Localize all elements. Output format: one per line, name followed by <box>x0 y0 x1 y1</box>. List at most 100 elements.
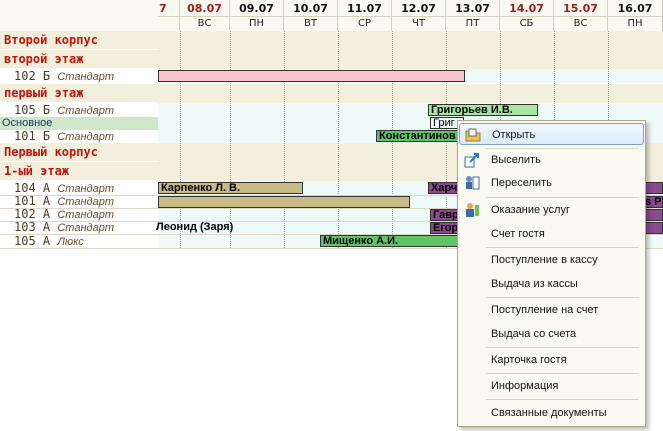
services-icon <box>464 202 480 218</box>
weekday-label: СР <box>338 16 391 29</box>
menu-item-label: Выдача со счета <box>491 328 577 340</box>
menu-separator <box>486 297 639 298</box>
booking-bar[interactable]: Григорьев И.В. <box>428 104 538 116</box>
booking-bar[interactable]: Мищенко А.И. <box>320 235 465 247</box>
header-corner <box>0 0 158 32</box>
room-row[interactable]: 102 А Стандарт <box>0 208 158 221</box>
date-label: 11.07 <box>347 2 382 15</box>
grid-line <box>338 31 339 248</box>
main-section-label: Основное <box>2 117 53 129</box>
context-menu: Открыть Выселить Переселить Оказание усл… <box>457 120 646 427</box>
floor-group-row[interactable]: 1-ый этаж <box>0 162 158 181</box>
menu-item-label: Карточка гостя <box>491 354 567 366</box>
room-row[interactable]: 101 А Стандарт <box>0 195 158 208</box>
room-category: Стандарт <box>57 71 114 83</box>
menu-item-guest-bill[interactable]: Счет гостя <box>459 223 644 245</box>
room-row[interactable]: 104 А Стандарт <box>0 181 158 195</box>
date-column-header[interactable]: 16.07 ПН <box>608 0 663 31</box>
room-category: Стандарт <box>57 196 114 208</box>
menu-item-label: Информация <box>491 380 559 392</box>
date-column-header[interactable]: 08.07 ВС <box>180 0 230 31</box>
room-category: Люкс <box>57 236 84 248</box>
room-row[interactable]: 105 Б Стандарт <box>0 103 158 117</box>
room-category: Стандарт <box>57 183 114 195</box>
date-label: 13.07 <box>455 2 490 15</box>
menu-item-relocate[interactable]: Переселить <box>459 172 644 194</box>
floor-group-row[interactable]: второй этаж <box>0 50 158 69</box>
date-column-header[interactable]: 15.07 ВС <box>554 0 608 31</box>
menu-item-guest-card[interactable]: Карточка гостя <box>459 349 644 371</box>
building-group-row[interactable]: Второй корпус <box>0 31 158 50</box>
room-category: Стандарт <box>57 209 114 221</box>
room-number: 104 А <box>14 181 51 195</box>
booking-bar[interactable] <box>158 70 465 82</box>
date-column-header[interactable]: 13.07 ПТ <box>446 0 500 31</box>
menu-item-label: Поступление на счет <box>491 304 599 316</box>
menu-item-account-out[interactable]: Выдача со счета <box>459 323 644 345</box>
grid-room-row <box>158 103 663 117</box>
menu-separator <box>486 373 639 374</box>
weekday-label: ВС <box>554 16 607 29</box>
menu-item-services[interactable]: Оказание услуг <box>459 199 644 221</box>
checkout-icon <box>464 152 480 168</box>
weekday-label: СБ <box>500 16 553 29</box>
grid-line <box>284 31 285 248</box>
move-guest-icon <box>464 175 480 191</box>
menu-item-label: Счет гостя <box>491 228 545 240</box>
room-number: 105 А <box>14 234 51 248</box>
menu-item-label: Выселить <box>491 154 541 166</box>
room-row[interactable]: 103 А Стандарт <box>0 221 158 234</box>
menu-item-info[interactable]: Информация <box>459 375 644 397</box>
date-column-header[interactable]: 09.07 ПН <box>230 0 284 31</box>
menu-item-account-in[interactable]: Поступление на счет <box>459 299 644 321</box>
menu-item-label: Открыть <box>492 129 536 141</box>
menu-item-related-docs[interactable]: Связанные документы <box>459 402 644 424</box>
room-number: 105 Б <box>14 103 51 117</box>
floor-group-row[interactable]: первый этаж <box>0 84 158 103</box>
menu-item-cash-in[interactable]: Поступление в кассу <box>459 249 644 271</box>
menu-item-checkout[interactable]: Выселить <box>459 149 644 171</box>
menu-item-label: Переселить <box>491 177 552 189</box>
date-label: 08.07 <box>187 2 222 15</box>
date-column-header[interactable]: 14.07 СБ <box>500 0 554 31</box>
room-number: 101 А <box>14 195 51 208</box>
menu-item-cash-out[interactable]: Выдача из кассы <box>459 273 644 295</box>
menu-item-label: Оказание услуг <box>491 204 570 216</box>
grid-band <box>158 31 663 50</box>
room-row[interactable]: 102 Б Стандарт <box>0 69 158 83</box>
date-label: 10.07 <box>293 2 328 15</box>
room-category: Стандарт <box>57 105 114 117</box>
date-column-header[interactable]: 10.07 ВТ <box>284 0 338 31</box>
date-column-header[interactable]: 7 <box>158 0 180 31</box>
menu-separator <box>486 197 639 198</box>
menu-separator <box>486 247 639 248</box>
booking-bar[interactable] <box>158 196 410 208</box>
grid-band <box>158 84 663 103</box>
room-number: 103 А <box>14 221 51 234</box>
menu-item-label: Связанные документы <box>491 407 607 419</box>
room-row[interactable]: 101 Б Стандарт <box>0 129 158 143</box>
date-label: 09.07 <box>239 2 274 15</box>
room-category: Стандарт <box>57 131 114 143</box>
weekday-label: ВС <box>180 16 229 29</box>
booking-bar[interactable]: Константинов <box>376 130 466 142</box>
room-category: Стандарт <box>57 222 114 234</box>
menu-item-label: Поступление в кассу <box>491 254 598 266</box>
date-label: 15.07 <box>563 2 598 15</box>
booking-bar[interactable]: Леонид (Заря) <box>154 222 279 234</box>
weekday-label: ПН <box>230 16 283 29</box>
weekday-label: ЧТ <box>392 16 445 29</box>
room-row[interactable]: 105 А Люкс <box>0 234 158 248</box>
menu-separator <box>486 347 639 348</box>
room-number: 102 А <box>14 208 51 221</box>
date-column-header[interactable]: 12.07 ЧТ <box>392 0 446 31</box>
grid-band <box>158 50 663 69</box>
building-group-row[interactable]: Первый корпус <box>0 143 158 162</box>
date-label: 16.07 <box>617 2 653 15</box>
weekday-label <box>158 16 179 18</box>
menu-item-open[interactable]: Открыть <box>459 123 644 145</box>
booking-bar[interactable]: Карпенко Л. В. <box>158 182 303 194</box>
grid-line <box>180 31 181 248</box>
date-column-header[interactable]: 11.07 СР <box>338 0 392 31</box>
weekday-label: ПТ <box>446 16 499 29</box>
